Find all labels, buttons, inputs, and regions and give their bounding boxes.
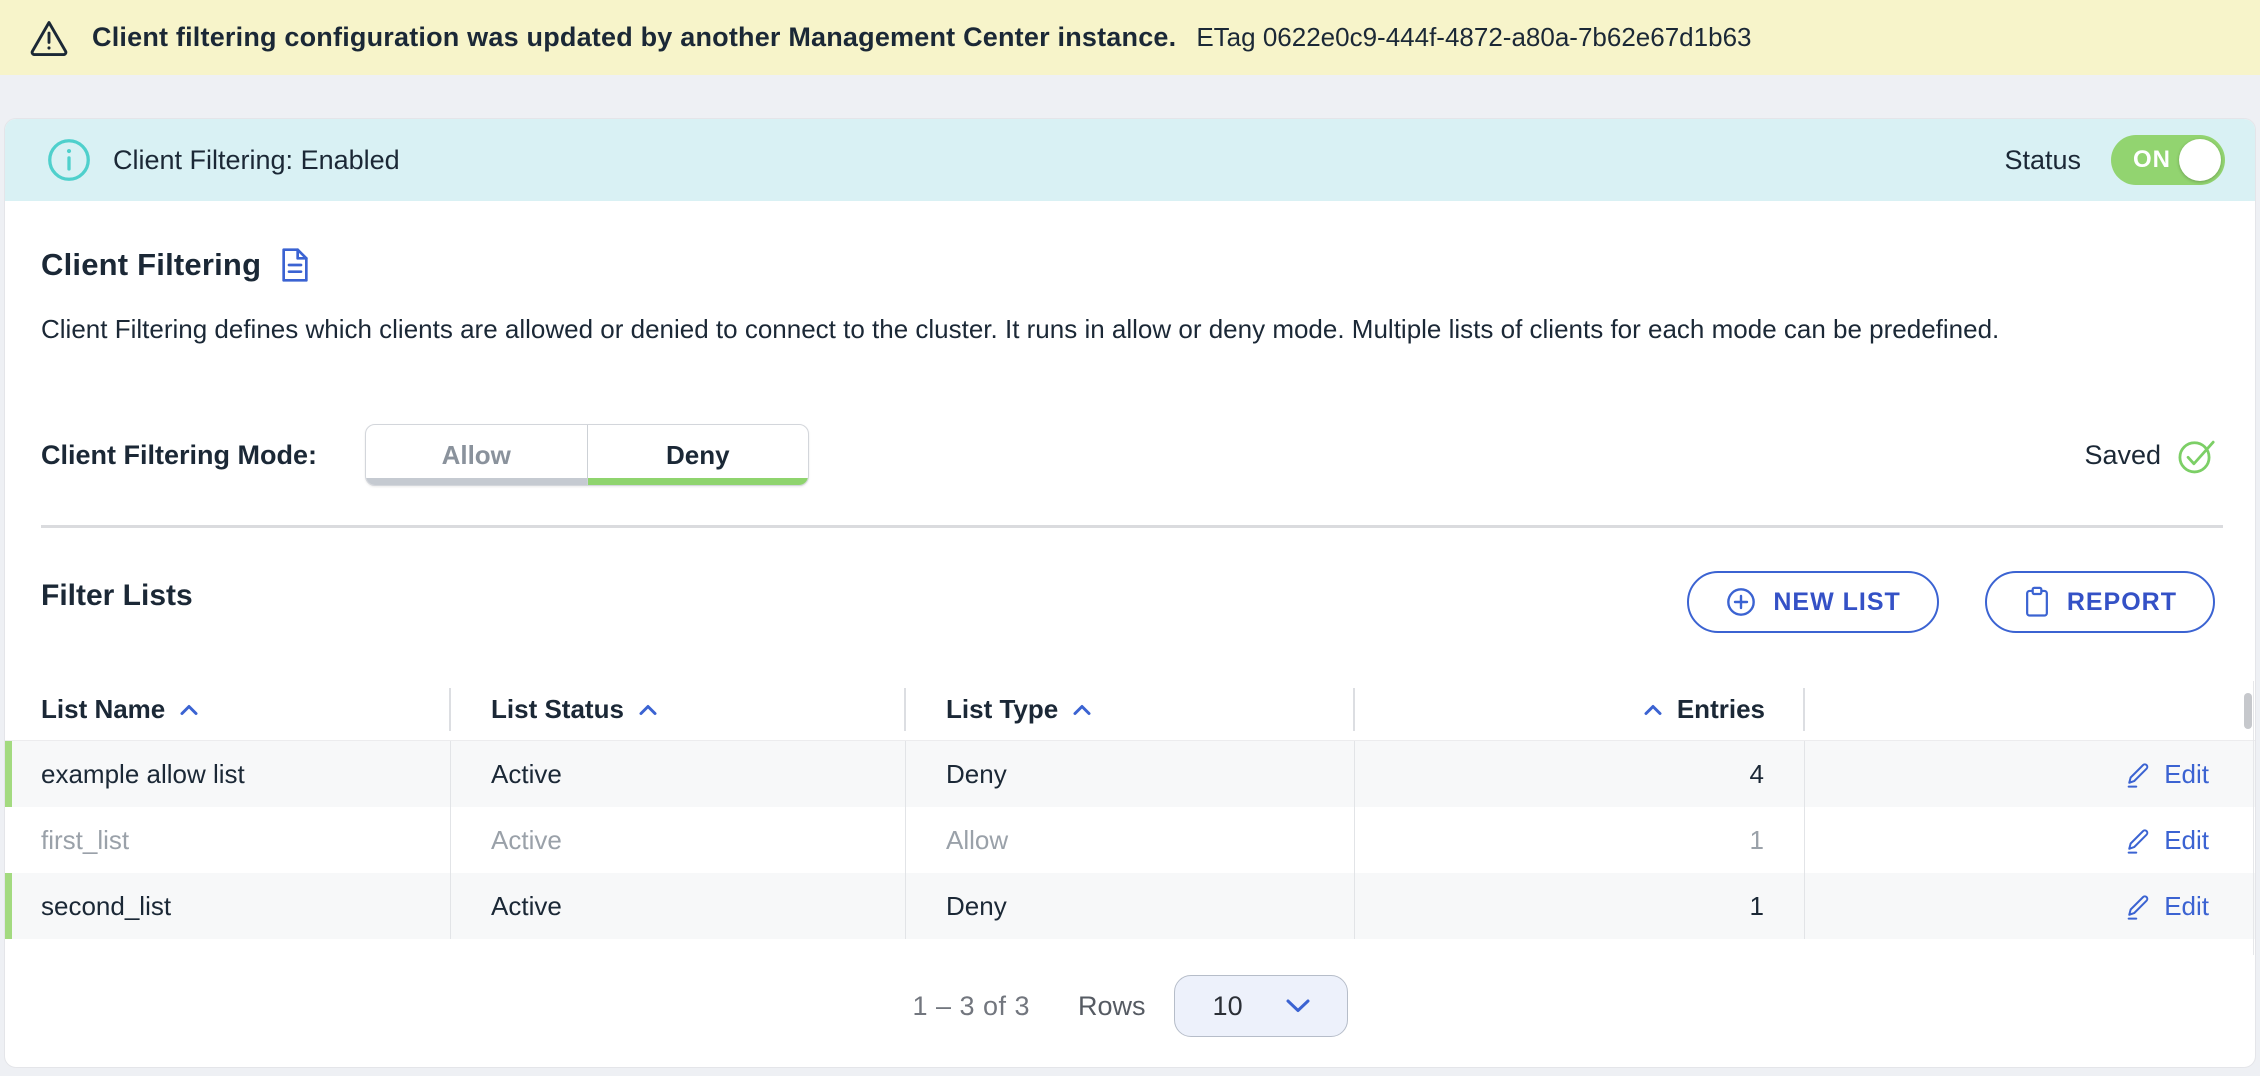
edit-label: Edit xyxy=(2164,891,2209,922)
pencil-icon xyxy=(2124,826,2152,854)
page-title: Client Filtering xyxy=(41,247,261,283)
new-list-label: NEW LIST xyxy=(1773,588,1900,617)
sort-asc-icon xyxy=(179,703,199,716)
filter-lists-table: List Name List Status List Type Entries xyxy=(5,679,2255,939)
list-status-cell: Active xyxy=(451,741,906,807)
status-bar: Client Filtering: Enabled Status ON xyxy=(5,119,2255,201)
rows-per-page-select[interactable]: 10 xyxy=(1174,975,1348,1037)
list-name-cell: first_list xyxy=(5,807,451,873)
section-divider xyxy=(41,525,2223,528)
edit-button[interactable]: Edit xyxy=(2124,891,2209,922)
banner-message: Client filtering configuration was updat… xyxy=(92,22,1176,53)
entries-cell: 1 xyxy=(1355,873,1805,939)
list-status-cell: Active xyxy=(451,807,906,873)
table-body: example allow list Active Deny 4 Edit fi… xyxy=(5,741,2255,939)
entries-cell: 1 xyxy=(1355,807,1805,873)
filter-lists-title: Filter Lists xyxy=(41,579,193,613)
edit-label: Edit xyxy=(2164,759,2209,790)
info-icon xyxy=(47,138,91,182)
column-header-actions xyxy=(1805,679,2255,740)
column-header-entries[interactable]: Entries xyxy=(1355,679,1805,740)
pagination: 1 – 3 of 3 Rows 10 xyxy=(5,974,2255,1038)
list-name-cell: example allow list xyxy=(5,741,451,807)
list-type-cell: Deny xyxy=(906,741,1355,807)
list-type-cell: Allow xyxy=(906,807,1355,873)
client-filtering-page: Client filtering configuration was updat… xyxy=(0,0,2260,1076)
status-toggle[interactable]: ON xyxy=(2111,135,2225,185)
edit-label: Edit xyxy=(2164,825,2209,856)
mode-deny-button[interactable]: Deny xyxy=(587,425,809,485)
table-header: List Name List Status List Type Entries xyxy=(5,679,2255,741)
chevron-down-icon xyxy=(1285,998,1311,1014)
table-row: example allow list Active Deny 4 Edit xyxy=(5,741,2255,807)
pagination-range: 1 – 3 of 3 xyxy=(912,991,1030,1022)
warning-banner: Client filtering configuration was updat… xyxy=(0,0,2260,75)
client-filtering-card: Client Filtering: Enabled Status ON Clie… xyxy=(4,118,2256,1068)
pencil-icon xyxy=(2124,892,2152,920)
scrollbar[interactable] xyxy=(2243,681,2254,955)
list-name-cell: second_list xyxy=(5,873,451,939)
edit-button[interactable]: Edit xyxy=(2124,759,2209,790)
column-header-list-status[interactable]: List Status xyxy=(451,679,906,740)
pencil-icon xyxy=(2124,760,2152,788)
actions-cell: Edit xyxy=(1805,741,2255,807)
sort-asc-icon xyxy=(638,703,658,716)
mode-label: Client Filtering Mode: xyxy=(41,440,317,471)
mode-segmented-control: Allow Deny xyxy=(365,424,809,486)
report-button[interactable]: REPORT xyxy=(1985,571,2215,633)
report-label: REPORT xyxy=(2067,588,2177,617)
list-status-cell: Active xyxy=(451,873,906,939)
toggle-knob xyxy=(2179,139,2221,181)
check-circle-icon xyxy=(2177,435,2219,475)
mode-allow-button[interactable]: Allow xyxy=(366,425,587,485)
section-description: Client Filtering defines which clients a… xyxy=(41,311,2221,348)
banner-etag: ETag 0622e0c9-444f-4872-a80a-7b62e67d1b6… xyxy=(1196,22,1751,53)
sort-asc-icon xyxy=(1072,703,1092,716)
entries-cell: 4 xyxy=(1355,741,1805,807)
plus-circle-icon xyxy=(1725,586,1757,618)
column-header-list-name[interactable]: List Name xyxy=(5,679,451,740)
status-message: Client Filtering: Enabled xyxy=(113,145,400,176)
sort-asc-icon xyxy=(1643,703,1663,716)
actions-cell: Edit xyxy=(1805,807,2255,873)
document-icon[interactable] xyxy=(279,247,311,283)
new-list-button[interactable]: NEW LIST xyxy=(1687,571,1938,633)
toggle-on-label: ON xyxy=(2133,146,2171,174)
actions-cell: Edit xyxy=(1805,873,2255,939)
clipboard-icon xyxy=(2023,586,2051,618)
rows-label: Rows xyxy=(1078,991,1146,1022)
edit-button[interactable]: Edit xyxy=(2124,825,2209,856)
column-header-list-type[interactable]: List Type xyxy=(906,679,1355,740)
rows-per-page-value: 10 xyxy=(1213,991,1243,1022)
status-label: Status xyxy=(2004,145,2081,176)
list-type-cell: Deny xyxy=(906,873,1355,939)
table-row: first_list Active Allow 1 Edit xyxy=(5,807,2255,873)
warning-triangle-icon xyxy=(28,18,70,58)
table-row: second_list Active Deny 1 Edit xyxy=(5,873,2255,939)
scrollbar-thumb[interactable] xyxy=(2244,693,2252,729)
saved-label: Saved xyxy=(2084,440,2161,471)
